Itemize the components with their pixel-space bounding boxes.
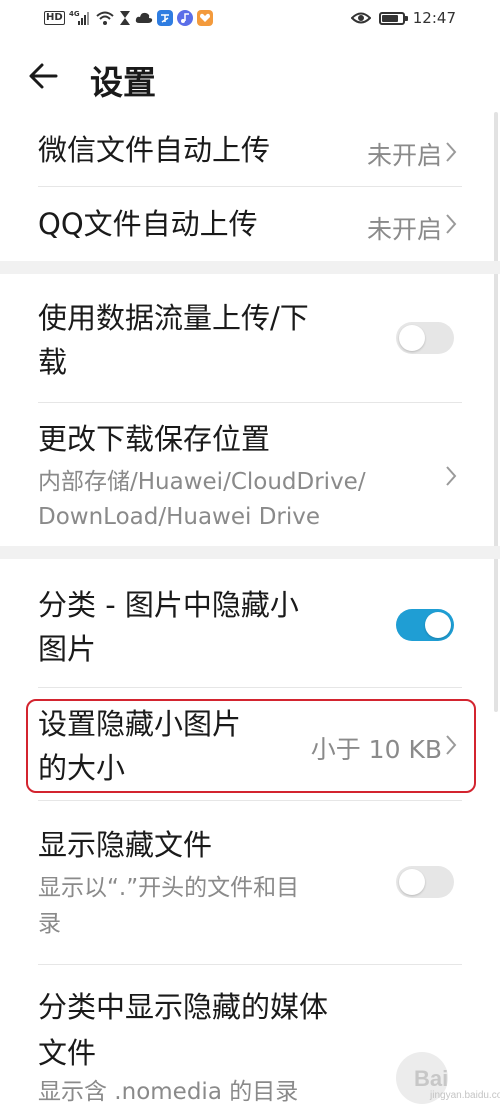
hide-small-images-title-line2: 图片: [38, 632, 97, 666]
hide-small-images-toggle[interactable]: [396, 609, 454, 641]
show-hidden-files-row[interactable]: 显示隐藏文件 显示以“.”开头的文件和目 录: [0, 801, 500, 963]
download-location-title: 更改下载保存位置: [38, 422, 271, 456]
cellular-signal-icon: 4G: [69, 9, 91, 27]
download-location-row[interactable]: 更改下载保存位置 内部存储/Huawei/CloudDrive/ DownLoa…: [0, 403, 500, 545]
clock: 12:47: [412, 9, 456, 27]
status-icons-left: HD 4G: [44, 9, 213, 27]
section-gap: [0, 261, 500, 274]
show-hidden-files-sub-line1: 显示以“.”开头的文件和目: [38, 875, 300, 901]
status-icons-right: 12:47: [350, 9, 456, 27]
orange-app-icon: [196, 10, 213, 26]
hide-small-images-row[interactable]: 分类 - 图片中隐藏小 图片: [0, 559, 500, 687]
show-hidden-files-toggle[interactable]: [396, 866, 454, 898]
hourglass-icon: [119, 9, 131, 27]
eye-comfort-icon: [350, 9, 371, 27]
chevron-right-icon: [446, 466, 457, 486]
small-image-size-title-line2: 的大小: [38, 751, 126, 785]
hide-small-images-title-line1: 分类 - 图片中隐藏小: [38, 588, 299, 622]
page-title: 设置: [90, 63, 156, 102]
section-gap: [0, 546, 500, 559]
chevron-right-icon: [446, 214, 457, 234]
mobile-data-row[interactable]: 使用数据流量上传/下 载: [0, 274, 500, 402]
network-type: 4G: [69, 10, 80, 18]
show-hidden-files-title: 显示隐藏文件: [38, 828, 213, 862]
download-location-path-line2: DownLoad/Huawei Drive: [38, 504, 321, 530]
baidu-watermark: Bai jingyan.baidu.com: [396, 1052, 500, 1104]
battery-icon: [378, 11, 408, 25]
watermark-text: Bai: [414, 1066, 449, 1091]
wifi-icon: [95, 9, 115, 27]
show-hidden-files-sub-line2: 录: [38, 911, 61, 937]
show-hidden-media-sub: 显示含 .nomedia 的目录: [38, 1079, 299, 1105]
hd-indicator: HD: [44, 11, 65, 25]
divider: [38, 687, 462, 688]
music-notification-icon: [176, 10, 193, 26]
qq-upload-row[interactable]: QQ文件自动上传 未开启: [0, 188, 500, 258]
app-notification-icon: [156, 10, 173, 26]
arrow-left-icon: [29, 63, 58, 89]
watermark-subtext: jingyan.baidu.com: [430, 1090, 500, 1101]
chevron-right-icon: [446, 735, 457, 755]
wechat-upload-title: 微信文件自动上传: [38, 133, 271, 167]
mobile-data-title-line1: 使用数据流量上传/下: [38, 301, 309, 335]
qq-upload-value: 未开启: [366, 215, 442, 244]
divider: [38, 186, 462, 187]
cloud-icon: [135, 9, 153, 27]
mobile-data-toggle[interactable]: [396, 322, 454, 354]
wechat-upload-row[interactable]: 微信文件自动上传 未开启: [0, 116, 500, 188]
show-hidden-media-title-line2: 文件: [38, 1036, 97, 1070]
show-hidden-media-title-line1: 分类中显示隐藏的媒体: [38, 990, 329, 1024]
chevron-right-icon: [446, 142, 457, 162]
small-image-size-row[interactable]: 设置隐藏小图片 的大小 小于 10 KB: [0, 700, 500, 794]
back-button[interactable]: [26, 58, 62, 94]
app-bar: 设置: [0, 50, 500, 106]
mobile-data-title-line2: 载: [38, 345, 68, 379]
small-image-size-value: 小于 10 KB: [310, 735, 442, 764]
status-bar: HD 4G 12:47: [0, 0, 500, 36]
download-location-path-line1: 内部存储/Huawei/CloudDrive/: [38, 469, 366, 495]
wechat-upload-value: 未开启: [366, 141, 442, 170]
qq-upload-title: QQ文件自动上传: [38, 207, 258, 241]
small-image-size-title-line1: 设置隐藏小图片: [38, 707, 242, 741]
